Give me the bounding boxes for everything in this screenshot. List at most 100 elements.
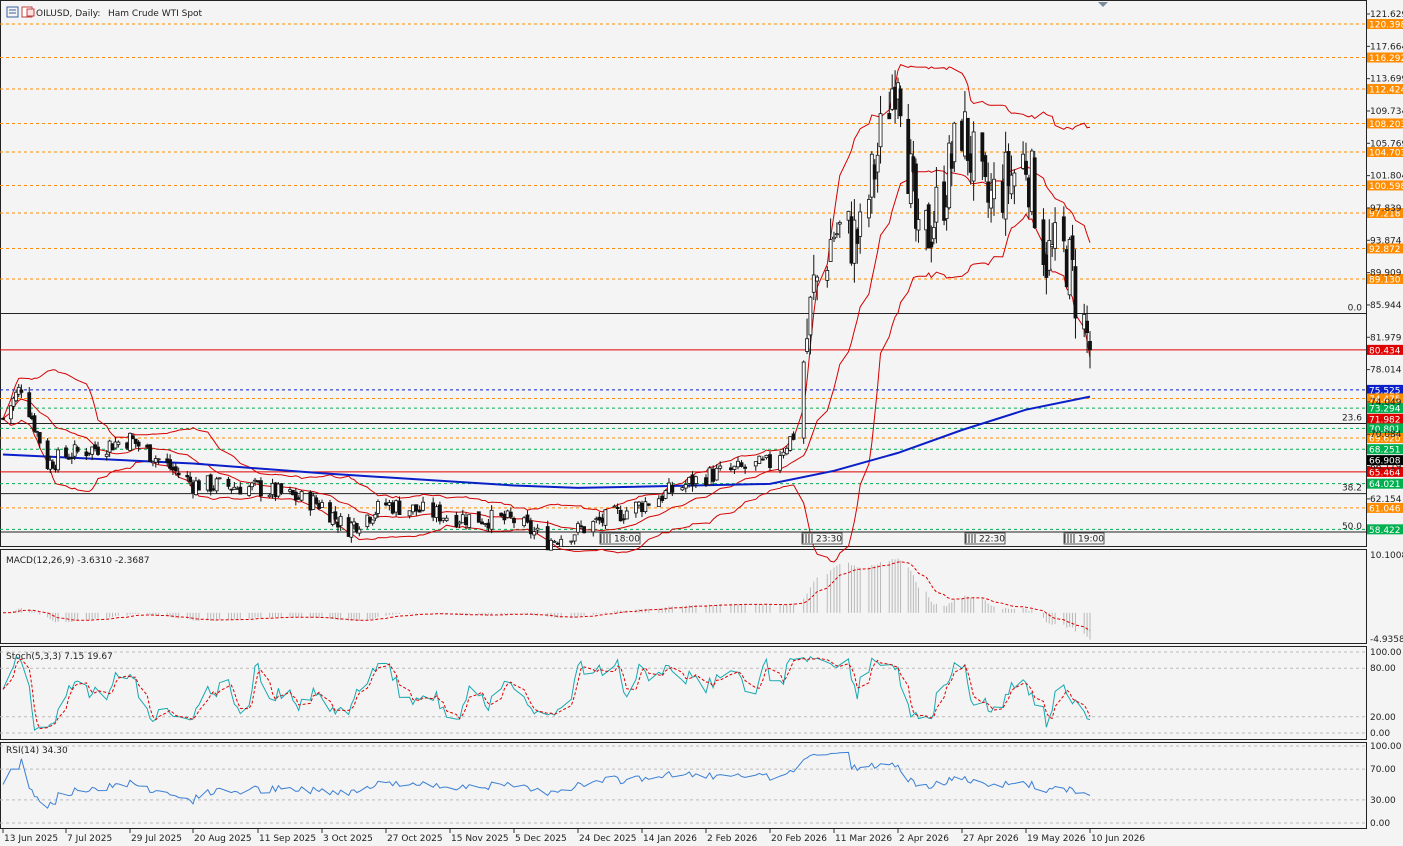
candle-body	[878, 113, 883, 148]
fibo-label-50: 50.0	[1342, 522, 1362, 532]
price-tick: 81.979	[1370, 333, 1402, 343]
candle-body	[384, 502, 388, 506]
candle-body	[832, 236, 836, 240]
candle-body	[600, 517, 605, 523]
candle-body	[414, 504, 419, 512]
candle-body	[232, 486, 237, 490]
candle-body	[615, 506, 620, 509]
date-tick: 20 Aug 2025	[194, 834, 252, 844]
rsi-axis-label: 30.00	[1370, 796, 1396, 806]
candle-body	[483, 523, 488, 525]
candle-body	[238, 486, 243, 495]
candle-body	[229, 488, 234, 491]
candle-body	[104, 453, 109, 457]
candle-body	[621, 518, 626, 521]
candle-body	[197, 480, 201, 491]
candle-body	[768, 454, 772, 468]
candle-body	[394, 500, 399, 513]
candle-body	[235, 488, 240, 490]
candle-body	[421, 501, 425, 511]
candle-body	[333, 511, 338, 520]
candle-body	[247, 486, 252, 496]
candle-body	[457, 521, 462, 525]
candle-body	[532, 531, 537, 536]
candle-body	[926, 204, 931, 249]
candle-body	[476, 511, 481, 523]
candle-body	[835, 233, 839, 236]
price-tick: 78.014	[1370, 366, 1402, 376]
candle-body	[173, 466, 178, 472]
candle-body	[499, 512, 504, 517]
candle-body	[444, 517, 449, 522]
candle-body	[634, 501, 638, 514]
candle-body	[815, 276, 820, 282]
date-tick: 24 Dec 2025	[579, 834, 637, 844]
candle-body	[718, 465, 723, 469]
candle-body	[660, 495, 665, 501]
candle-body	[480, 521, 484, 525]
trading-chart[interactable]: OILUSD, Daily: Ham Crude WTI Spot 0.0 23…	[0, 0, 1403, 846]
candle-body	[188, 476, 193, 483]
candle-body	[837, 221, 842, 225]
candle-body	[656, 498, 661, 508]
date-tick: 20 Feb 2026	[771, 834, 827, 844]
date-tick: 15 Nov 2025	[451, 834, 509, 844]
date-tick: 5 Dec 2025	[515, 834, 567, 844]
candle-body	[535, 527, 540, 531]
chart-background	[0, 0, 1403, 846]
candle-body	[764, 454, 769, 459]
stoch-axis-label: 20.00	[1370, 713, 1396, 723]
candle-body	[460, 514, 465, 524]
candle-body	[680, 487, 685, 491]
price-tick: 74.049	[1370, 398, 1402, 408]
price-tag-label: 120.398	[1369, 21, 1403, 31]
candle-body	[1032, 157, 1037, 229]
candle-body	[693, 476, 698, 484]
candle-body	[663, 490, 668, 499]
candle-body	[569, 540, 574, 543]
candle-body	[875, 154, 880, 173]
rsi-axis-label: 70.00	[1370, 765, 1396, 775]
candle-body	[176, 472, 181, 476]
price-tick: 62.154	[1370, 495, 1402, 505]
date-tick: 27 Oct 2025	[387, 834, 443, 844]
candle-body	[858, 211, 863, 237]
price-tick: 70.084	[1370, 430, 1402, 440]
candle-body	[887, 113, 892, 120]
candle-body	[704, 477, 708, 486]
price-tag-label: 108.203	[1369, 120, 1403, 130]
date-tick: 29 Jul 2025	[131, 834, 182, 844]
macd-label: MACD(12,26,9) -3.6310 -2.3687	[6, 556, 150, 566]
candle-body	[898, 88, 903, 117]
candle-body	[757, 455, 762, 464]
candle-body	[597, 516, 602, 521]
candle-body	[914, 163, 918, 229]
price-tick: 66.119	[1370, 463, 1402, 473]
price-tick: 121.629	[1370, 10, 1403, 20]
candle-body	[441, 517, 446, 521]
candle-body	[19, 389, 24, 393]
price-tick: 109.734	[1370, 107, 1403, 117]
stoch-axis-label: 80.00	[1370, 664, 1396, 674]
candle-body	[637, 501, 641, 506]
candle-body	[916, 219, 921, 231]
candle-body	[211, 488, 216, 491]
candle-body	[508, 511, 513, 518]
candle-body	[489, 509, 494, 530]
candle-body	[64, 447, 68, 457]
candle-body	[417, 509, 422, 513]
candle-body	[591, 521, 596, 533]
date-tick: 7 Jul 2025	[67, 834, 112, 844]
candle-body	[96, 446, 100, 455]
candle-body	[431, 502, 436, 518]
candle-body	[320, 502, 324, 508]
session-marker-label: 23:30	[816, 535, 842, 545]
candle-body	[805, 338, 809, 352]
candle-body	[528, 520, 533, 535]
candle-body	[760, 458, 765, 461]
candle-body	[314, 497, 319, 504]
price-tag-label: 112.424	[1369, 86, 1403, 96]
candle-body	[116, 441, 121, 446]
rsi-label: RSI(14) 34.30	[6, 746, 68, 756]
candle-body	[579, 525, 583, 528]
